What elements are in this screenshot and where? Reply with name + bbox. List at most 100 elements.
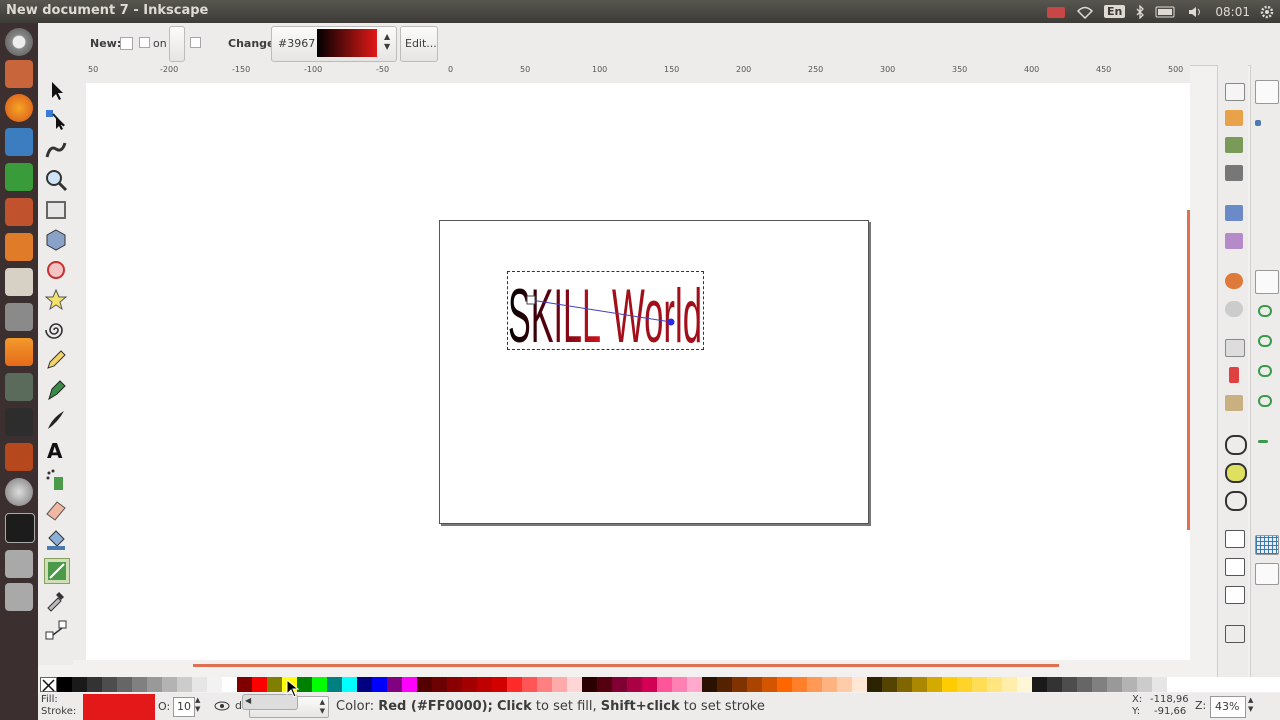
drawing-canvas[interactable]: SKILL World: [86, 83, 1190, 660]
copy-icon[interactable]: [1225, 339, 1245, 357]
software-center-icon[interactable]: [5, 233, 33, 261]
selector-tool-icon[interactable]: [44, 79, 68, 103]
vlc-icon[interactable]: [5, 338, 33, 366]
snap-intersection-icon[interactable]: [1258, 335, 1272, 347]
cut-icon[interactable]: [1229, 367, 1239, 383]
horizontal-ruler[interactable]: 50 -200 -150 -100 -50 0 50 100 150 200 250 300 350 40…: [86, 65, 1190, 84]
palette-swatch[interactable]: [972, 677, 987, 692]
canvas-text-world[interactable]: World: [612, 274, 702, 350]
calc-icon[interactable]: [5, 163, 33, 191]
palette-swatch[interactable]: [567, 677, 582, 692]
no-paint-swatch[interactable]: [40, 677, 57, 692]
duplicate-icon[interactable]: [1225, 530, 1245, 548]
palette-swatch[interactable]: [942, 677, 957, 692]
palette-swatch[interactable]: [1107, 677, 1122, 692]
clock[interactable]: 08:01: [1215, 5, 1250, 19]
palette-swatch[interactable]: [507, 677, 522, 692]
unlink-clone-icon[interactable]: [1225, 586, 1245, 604]
zoom-spin-icon[interactable]: ▲ ▼: [1248, 696, 1253, 714]
palette-swatch[interactable]: [1017, 677, 1032, 692]
pen-tool-icon[interactable]: [44, 378, 68, 402]
amazon-icon[interactable]: [5, 268, 33, 296]
palette-swatch[interactable]: [312, 677, 327, 692]
palette-swatch[interactable]: [702, 677, 717, 692]
monitor-icon[interactable]: [5, 373, 33, 401]
palette-swatch[interactable]: [447, 677, 462, 692]
import-icon[interactable]: [1225, 205, 1243, 221]
palette-swatch[interactable]: [762, 677, 777, 692]
palette-swatch[interactable]: [342, 677, 357, 692]
canvas-text-art[interactable]: SKILL World: [506, 270, 706, 350]
calligraphy-tool-icon[interactable]: [44, 408, 68, 432]
volume-icon[interactable]: [1187, 5, 1205, 19]
print-icon[interactable]: [1225, 165, 1243, 181]
palette-swatch[interactable]: [1167, 677, 1182, 692]
palette-swatch[interactable]: [87, 677, 102, 692]
palette-swatch[interactable]: [867, 677, 882, 692]
update-icon[interactable]: [5, 478, 33, 506]
palette-swatch[interactable]: [672, 677, 687, 692]
palette-swatch[interactable]: [912, 677, 927, 692]
recorder-icon[interactable]: [5, 443, 33, 471]
palette-swatch[interactable]: [72, 677, 87, 692]
palette-swatch[interactable]: [462, 677, 477, 692]
palette-swatch[interactable]: [597, 677, 612, 692]
new-radial-gradient-toggle[interactable]: [139, 37, 150, 48]
palette-swatch[interactable]: [807, 677, 822, 692]
writer-icon[interactable]: [5, 128, 33, 156]
palette-swatch[interactable]: [792, 677, 807, 692]
spiral-tool-icon[interactable]: [44, 318, 68, 342]
battery-icon[interactable]: [1155, 6, 1177, 18]
color-palette[interactable]: [40, 677, 1280, 692]
drive-icon-2[interactable]: [5, 583, 33, 611]
ubuntu-dash-icon[interactable]: [5, 28, 33, 56]
opacity-spin-icon[interactable]: ▲ ▼: [195, 696, 200, 714]
visibility-eye-icon[interactable]: [214, 699, 230, 713]
xml-editor-icon[interactable]: [1225, 625, 1245, 643]
palette-swatch[interactable]: [552, 677, 567, 692]
palette-swatch[interactable]: [147, 677, 162, 692]
drive-icon[interactable]: [5, 550, 33, 578]
palette-swatch[interactable]: [822, 677, 837, 692]
clone-icon[interactable]: [1225, 558, 1245, 576]
gradient-on-fill-toggle[interactable]: [169, 26, 185, 62]
palette-swatch[interactable]: [327, 677, 342, 692]
palette-swatch[interactable]: [612, 677, 627, 692]
camera-icon[interactable]: [1046, 5, 1066, 19]
palette-swatch[interactable]: [642, 677, 657, 692]
export-icon[interactable]: [1225, 233, 1243, 249]
node-tool-icon[interactable]: [44, 108, 68, 132]
palette-swatch[interactable]: [477, 677, 492, 692]
palette-swatch[interactable]: [747, 677, 762, 692]
new-linear-gradient-toggle[interactable]: [120, 37, 133, 50]
palette-swatch[interactable]: [207, 677, 222, 692]
video-editor-icon[interactable]: [5, 408, 33, 436]
snap-midpoint-icon[interactable]: [1258, 440, 1268, 443]
opacity-spinbox[interactable]: 10: [173, 697, 195, 717]
impress-icon[interactable]: [5, 198, 33, 226]
gradient-end-handle[interactable]: [667, 318, 675, 326]
vertical-scroll-indicator[interactable]: [1187, 210, 1190, 530]
zoom-drawing-icon[interactable]: [1225, 463, 1247, 483]
snap-nodes-icon[interactable]: [1255, 270, 1279, 294]
save-icon[interactable]: [1225, 137, 1243, 153]
palette-swatch[interactable]: [897, 677, 912, 692]
canvas-text-skill[interactable]: SKILL: [508, 274, 601, 350]
firefox-icon[interactable]: [5, 94, 33, 122]
palette-swatch[interactable]: [432, 677, 447, 692]
inkscape-icon[interactable]: [5, 513, 35, 543]
zoom-selection-icon[interactable]: [1225, 435, 1247, 455]
edit-gradient-button[interactable]: Edit...: [400, 26, 438, 62]
snap-guide-icon[interactable]: [1255, 563, 1279, 585]
palette-swatch[interactable]: [417, 677, 432, 692]
palette-swatch[interactable]: [387, 677, 402, 692]
snap-grid-icon[interactable]: [1255, 535, 1279, 555]
dropper-tool-icon[interactable]: [44, 588, 68, 612]
spray-tool-icon[interactable]: [44, 468, 68, 492]
palette-swatch[interactable]: [927, 677, 942, 692]
gradient-tool-icon[interactable]: [44, 558, 70, 584]
palette-swatch[interactable]: [252, 677, 267, 692]
files-app-icon[interactable]: [5, 60, 33, 88]
palette-swatch[interactable]: [1152, 677, 1167, 692]
keyboard-language-indicator[interactable]: En: [1104, 5, 1126, 18]
